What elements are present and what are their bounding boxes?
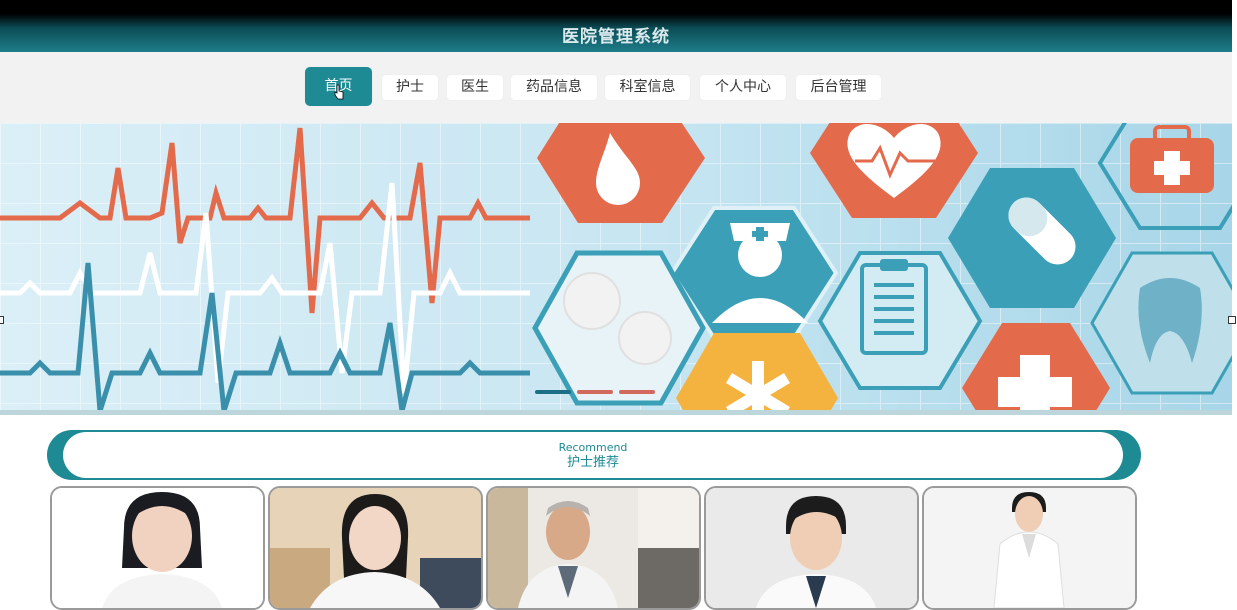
banner-bottom-border xyxy=(0,410,1232,415)
nav-bar: 首页 护士 医生 药品信息 科室信息 个人中心 后台管理 xyxy=(0,52,1232,123)
medical-banner-image xyxy=(0,123,1232,411)
resize-handle-right[interactable] xyxy=(1228,316,1236,324)
slide-dot-1[interactable] xyxy=(535,390,571,394)
nav-personal-center[interactable]: 个人中心 xyxy=(700,75,786,100)
top-header: 医院管理系统 xyxy=(0,0,1232,52)
slide-indicator xyxy=(535,388,657,396)
nurse-photo-1 xyxy=(52,488,263,608)
nav-admin[interactable]: 后台管理 xyxy=(796,75,881,100)
slide-dot-3[interactable] xyxy=(619,390,655,394)
nav-doctors[interactable]: 医生 xyxy=(447,75,503,100)
nurse-photo-3 xyxy=(488,488,699,608)
nurse-card-list xyxy=(50,486,1140,610)
mouse-cursor-icon xyxy=(334,84,344,100)
nurse-photo-5 xyxy=(924,488,1135,608)
nurse-photo-2 xyxy=(270,488,481,608)
recommend-title-cn: 护士推荐 xyxy=(566,455,619,470)
nurse-card-2[interactable] xyxy=(268,486,483,610)
nurse-card-4[interactable] xyxy=(704,486,919,610)
hero-banner[interactable] xyxy=(0,123,1232,411)
nurse-photo-4 xyxy=(706,488,917,608)
nurse-card-1[interactable] xyxy=(50,486,265,610)
slide-dot-2[interactable] xyxy=(577,390,613,394)
nav-nurses[interactable]: 护士 xyxy=(382,75,438,100)
recommend-section-header: Recommend 护士推荐 xyxy=(47,430,1141,480)
nurse-card-5[interactable] xyxy=(922,486,1137,610)
recommend-title-en: Recommend xyxy=(558,441,628,454)
resize-handle-left[interactable] xyxy=(0,316,4,324)
main-nav: 首页 护士 医生 药品信息 科室信息 个人中心 后台管理 xyxy=(0,52,1232,123)
nav-medicine-info[interactable]: 药品信息 xyxy=(511,75,597,100)
nav-department-info[interactable]: 科室信息 xyxy=(605,75,690,100)
nurse-card-3[interactable] xyxy=(486,486,701,610)
site-title: 医院管理系统 xyxy=(562,27,670,47)
